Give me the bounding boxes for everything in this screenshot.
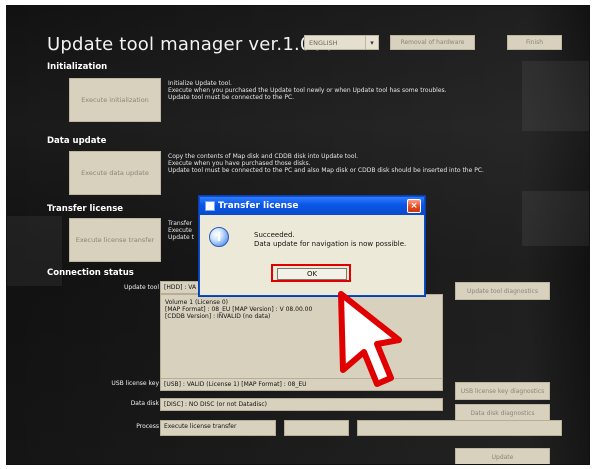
- execute-initialization-button[interactable]: Execute initialization: [69, 78, 161, 122]
- close-icon[interactable]: ×: [407, 199, 421, 213]
- process-field-empty: [284, 420, 349, 436]
- execute-data-update-button[interactable]: Execute data update: [69, 151, 161, 195]
- transfer-license-heading: Transfer license: [47, 204, 124, 214]
- process-field-empty: [357, 420, 562, 436]
- data-disk-label: Data disk: [130, 400, 159, 407]
- data-disk-field: [DISC] : NO DISC (or not Datadisc): [160, 398, 443, 411]
- dialog-title: Transfer license: [218, 201, 299, 211]
- usb-license-key-label: USB license key: [111, 380, 159, 387]
- initialization-description: Initialize Update tool. Execute when you…: [168, 80, 447, 101]
- data-update-description: Copy the contents of Map disk and CDDB d…: [168, 153, 484, 174]
- update-button[interactable]: Update: [455, 448, 550, 464]
- update-tool-diagnostics-button[interactable]: Update tool diagnostics: [455, 282, 550, 300]
- info-icon: i: [209, 227, 229, 247]
- usb-license-key-diagnostics-button[interactable]: USB license key diagnostics: [455, 382, 550, 400]
- update-tool-label: Update tool: [124, 284, 159, 291]
- language-select[interactable]: ENGLISH ▾: [304, 35, 379, 50]
- removal-of-hardware-button[interactable]: Removal of hardware: [390, 35, 475, 50]
- connection-status-heading: Connection status: [47, 268, 134, 278]
- process-label: Process: [136, 423, 159, 430]
- execute-license-transfer-button[interactable]: Execute license transfer: [69, 218, 161, 262]
- ok-button[interactable]: OK: [277, 268, 347, 280]
- process-field: Execute license transfer: [160, 420, 276, 436]
- initialization-heading: Initialization: [47, 62, 108, 72]
- screenshot-frame: Update tool manager ver.1.000 ENGLISH ▾ …: [6, 5, 590, 465]
- window-icon: [205, 201, 215, 211]
- dialog-title-bar[interactable]: Transfer license ×: [200, 197, 424, 215]
- data-update-heading: Data update: [47, 136, 107, 146]
- app-title: Update tool manager ver.1.000: [47, 34, 335, 55]
- language-selected-value: ENGLISH: [309, 38, 338, 47]
- ok-highlight-box: OK: [271, 264, 351, 282]
- transfer-license-dialog: Transfer license × i Succeeded. Data upd…: [199, 196, 425, 296]
- dropdown-arrow-icon[interactable]: ▾: [365, 36, 378, 49]
- finish-button[interactable]: Finish: [507, 35, 562, 50]
- dialog-message-line-1: Succeeded.: [254, 231, 295, 239]
- dialog-message-line-2: Data update for navigation is now possib…: [254, 240, 407, 248]
- pointer-arrow-icon: [338, 291, 402, 387]
